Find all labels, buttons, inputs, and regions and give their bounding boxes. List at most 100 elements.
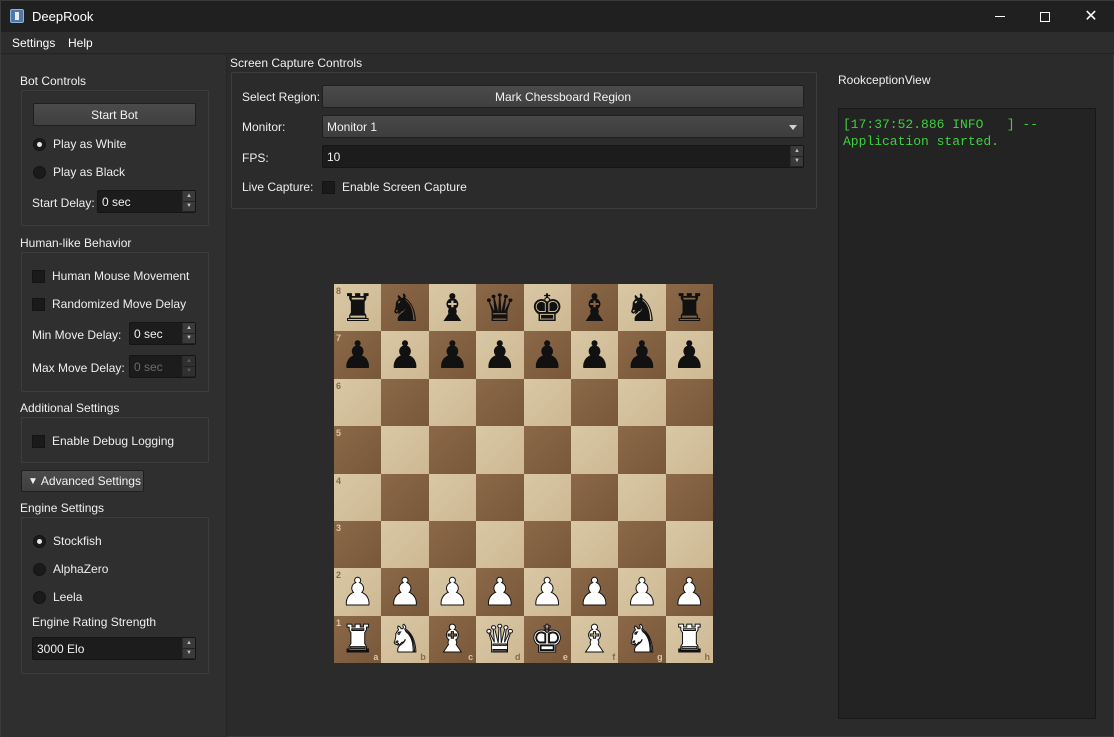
- board-square-g1[interactable]: g ♞: [618, 615, 666, 663]
- board-square-c7[interactable]: ♟: [428, 331, 477, 379]
- board-square-g7[interactable]: ♟: [618, 331, 666, 379]
- spin-arrows[interactable]: ▲ ▼: [182, 638, 195, 659]
- board-square-h5[interactable]: [665, 426, 713, 474]
- board-square-a7[interactable]: 7 ♟: [334, 331, 382, 379]
- mark-region-button[interactable]: Mark Chessboard Region: [322, 85, 804, 108]
- menu-settings[interactable]: Settings: [12, 36, 55, 50]
- spin-up-icon[interactable]: ▲: [791, 146, 803, 157]
- board-square-c4[interactable]: [428, 473, 477, 521]
- board-square-d7[interactable]: ♟: [476, 331, 524, 379]
- board-square-h3[interactable]: [665, 520, 713, 569]
- board-square-g5[interactable]: [618, 426, 666, 474]
- board-square-g3[interactable]: [618, 520, 666, 569]
- spin-arrows[interactable]: ▲ ▼: [790, 146, 803, 167]
- board-square-h8[interactable]: ♜: [665, 284, 713, 332]
- board-square-h4[interactable]: [665, 473, 713, 521]
- spin-arrows[interactable]: ▲ ▼: [182, 191, 195, 212]
- board-square-c6[interactable]: [428, 378, 477, 427]
- board-square-b8[interactable]: ♞: [381, 284, 429, 332]
- board-square-f1[interactable]: f ♝: [570, 615, 619, 663]
- board-square-a3[interactable]: 3: [334, 520, 382, 569]
- spin-down-icon[interactable]: ▼: [183, 648, 195, 659]
- play-white-radio[interactable]: Play as White: [33, 137, 126, 151]
- enable-capture-checkbox[interactable]: Enable Screen Capture: [322, 180, 467, 194]
- board-square-a8[interactable]: 8 ♜: [334, 284, 382, 332]
- start-delay-spinbox[interactable]: 0 sec ▲ ▼: [97, 190, 196, 213]
- chessboard[interactable]: 8 ♜ ♞ ♝ ♛ ♚ ♝ ♞ ♜ 7 ♟ ♟ ♟ ♟ ♟ ♟ ♟ ♟ 6 5 4 3 2 ♟ ♟ ♟ ♟ ♟ ♟ ♟ ♟ 1 a ♜ b ♞ c ♝ d ♛…: [334, 284, 713, 663]
- board-square-a6[interactable]: 6: [334, 378, 382, 427]
- board-square-b3[interactable]: [381, 520, 429, 569]
- board-square-c5[interactable]: [428, 426, 477, 474]
- spin-down-icon[interactable]: ▼: [183, 366, 195, 377]
- board-square-d5[interactable]: [476, 426, 524, 474]
- board-square-f8[interactable]: ♝: [570, 284, 619, 332]
- board-square-c3[interactable]: [428, 520, 477, 569]
- min-delay-spinbox[interactable]: 0 sec ▲ ▼: [129, 322, 196, 345]
- engine-stockfish-radio[interactable]: Stockfish: [33, 534, 102, 548]
- board-square-a2[interactable]: 2 ♟: [334, 568, 382, 616]
- board-square-f5[interactable]: [570, 426, 619, 474]
- spin-arrows[interactable]: ▲ ▼: [182, 356, 195, 377]
- menu-help[interactable]: Help: [68, 36, 93, 50]
- board-square-f4[interactable]: [570, 473, 619, 521]
- board-square-e1[interactable]: e ♚: [523, 615, 571, 663]
- board-square-d8[interactable]: ♛: [476, 284, 524, 332]
- board-square-f7[interactable]: ♟: [570, 331, 619, 379]
- debug-logging-checkbox[interactable]: Enable Debug Logging: [32, 434, 174, 448]
- advanced-settings-toggle[interactable]: ▼ Advanced Settings: [21, 470, 144, 492]
- spin-up-icon[interactable]: ▲: [183, 191, 195, 202]
- board-square-e4[interactable]: [523, 473, 571, 521]
- board-square-a1[interactable]: 1 a ♜: [334, 615, 382, 663]
- board-square-d3[interactable]: [476, 520, 524, 569]
- play-black-radio[interactable]: Play as Black: [33, 165, 125, 179]
- board-square-h7[interactable]: ♟: [665, 331, 713, 379]
- board-square-a5[interactable]: 5: [334, 426, 382, 474]
- maximize-button[interactable]: [1022, 1, 1068, 32]
- board-square-d6[interactable]: [476, 378, 524, 427]
- max-delay-spinbox[interactable]: 0 sec ▲ ▼: [129, 355, 196, 378]
- fps-spinbox[interactable]: 10 ▲ ▼: [322, 145, 804, 168]
- spin-down-icon[interactable]: ▼: [791, 156, 803, 167]
- board-square-b6[interactable]: [381, 378, 429, 427]
- board-square-d4[interactable]: [476, 473, 524, 521]
- engine-leela-radio[interactable]: Leela: [33, 590, 82, 604]
- spin-up-icon[interactable]: ▲: [183, 356, 195, 367]
- board-square-g8[interactable]: ♞: [618, 284, 666, 332]
- spin-up-icon[interactable]: ▲: [183, 638, 195, 649]
- board-square-e2[interactable]: ♟: [523, 568, 571, 616]
- board-square-c1[interactable]: c ♝: [428, 615, 477, 663]
- spin-arrows[interactable]: ▲ ▼: [182, 323, 195, 344]
- board-square-h1[interactable]: h ♜: [665, 615, 713, 663]
- board-square-h2[interactable]: ♟: [665, 568, 713, 616]
- engine-alphazero-radio[interactable]: AlphaZero: [33, 562, 108, 576]
- board-square-b2[interactable]: ♟: [381, 568, 429, 616]
- board-square-c8[interactable]: ♝: [428, 284, 477, 332]
- board-square-b1[interactable]: b ♞: [381, 615, 429, 663]
- randomized-delay-checkbox[interactable]: Randomized Move Delay: [32, 297, 186, 311]
- board-square-d2[interactable]: ♟: [476, 568, 524, 616]
- board-square-e7[interactable]: ♟: [523, 331, 571, 379]
- spin-up-icon[interactable]: ▲: [183, 323, 195, 334]
- start-bot-button[interactable]: Start Bot: [33, 103, 196, 126]
- board-square-h6[interactable]: [665, 378, 713, 427]
- board-square-e6[interactable]: [523, 378, 571, 427]
- board-square-b5[interactable]: [381, 426, 429, 474]
- spin-down-icon[interactable]: ▼: [183, 333, 195, 344]
- monitor-select[interactable]: Monitor 1: [322, 115, 804, 138]
- close-button[interactable]: ✕: [1068, 1, 1114, 32]
- board-square-a4[interactable]: 4: [334, 473, 382, 521]
- board-square-b7[interactable]: ♟: [381, 331, 429, 379]
- board-square-g2[interactable]: ♟: [618, 568, 666, 616]
- minimize-button[interactable]: [977, 1, 1023, 32]
- board-square-f3[interactable]: [570, 520, 619, 569]
- board-square-e3[interactable]: [523, 520, 571, 569]
- board-square-f6[interactable]: [570, 378, 619, 427]
- board-square-c2[interactable]: ♟: [428, 568, 477, 616]
- board-square-e8[interactable]: ♚: [523, 284, 571, 332]
- spin-down-icon[interactable]: ▼: [183, 201, 195, 212]
- human-mouse-checkbox[interactable]: Human Mouse Movement: [32, 269, 189, 283]
- board-square-g6[interactable]: [618, 378, 666, 427]
- rating-strength-spinbox[interactable]: 3000 Elo ▲ ▼: [32, 637, 196, 660]
- board-square-b4[interactable]: [381, 473, 429, 521]
- board-square-e5[interactable]: [523, 426, 571, 474]
